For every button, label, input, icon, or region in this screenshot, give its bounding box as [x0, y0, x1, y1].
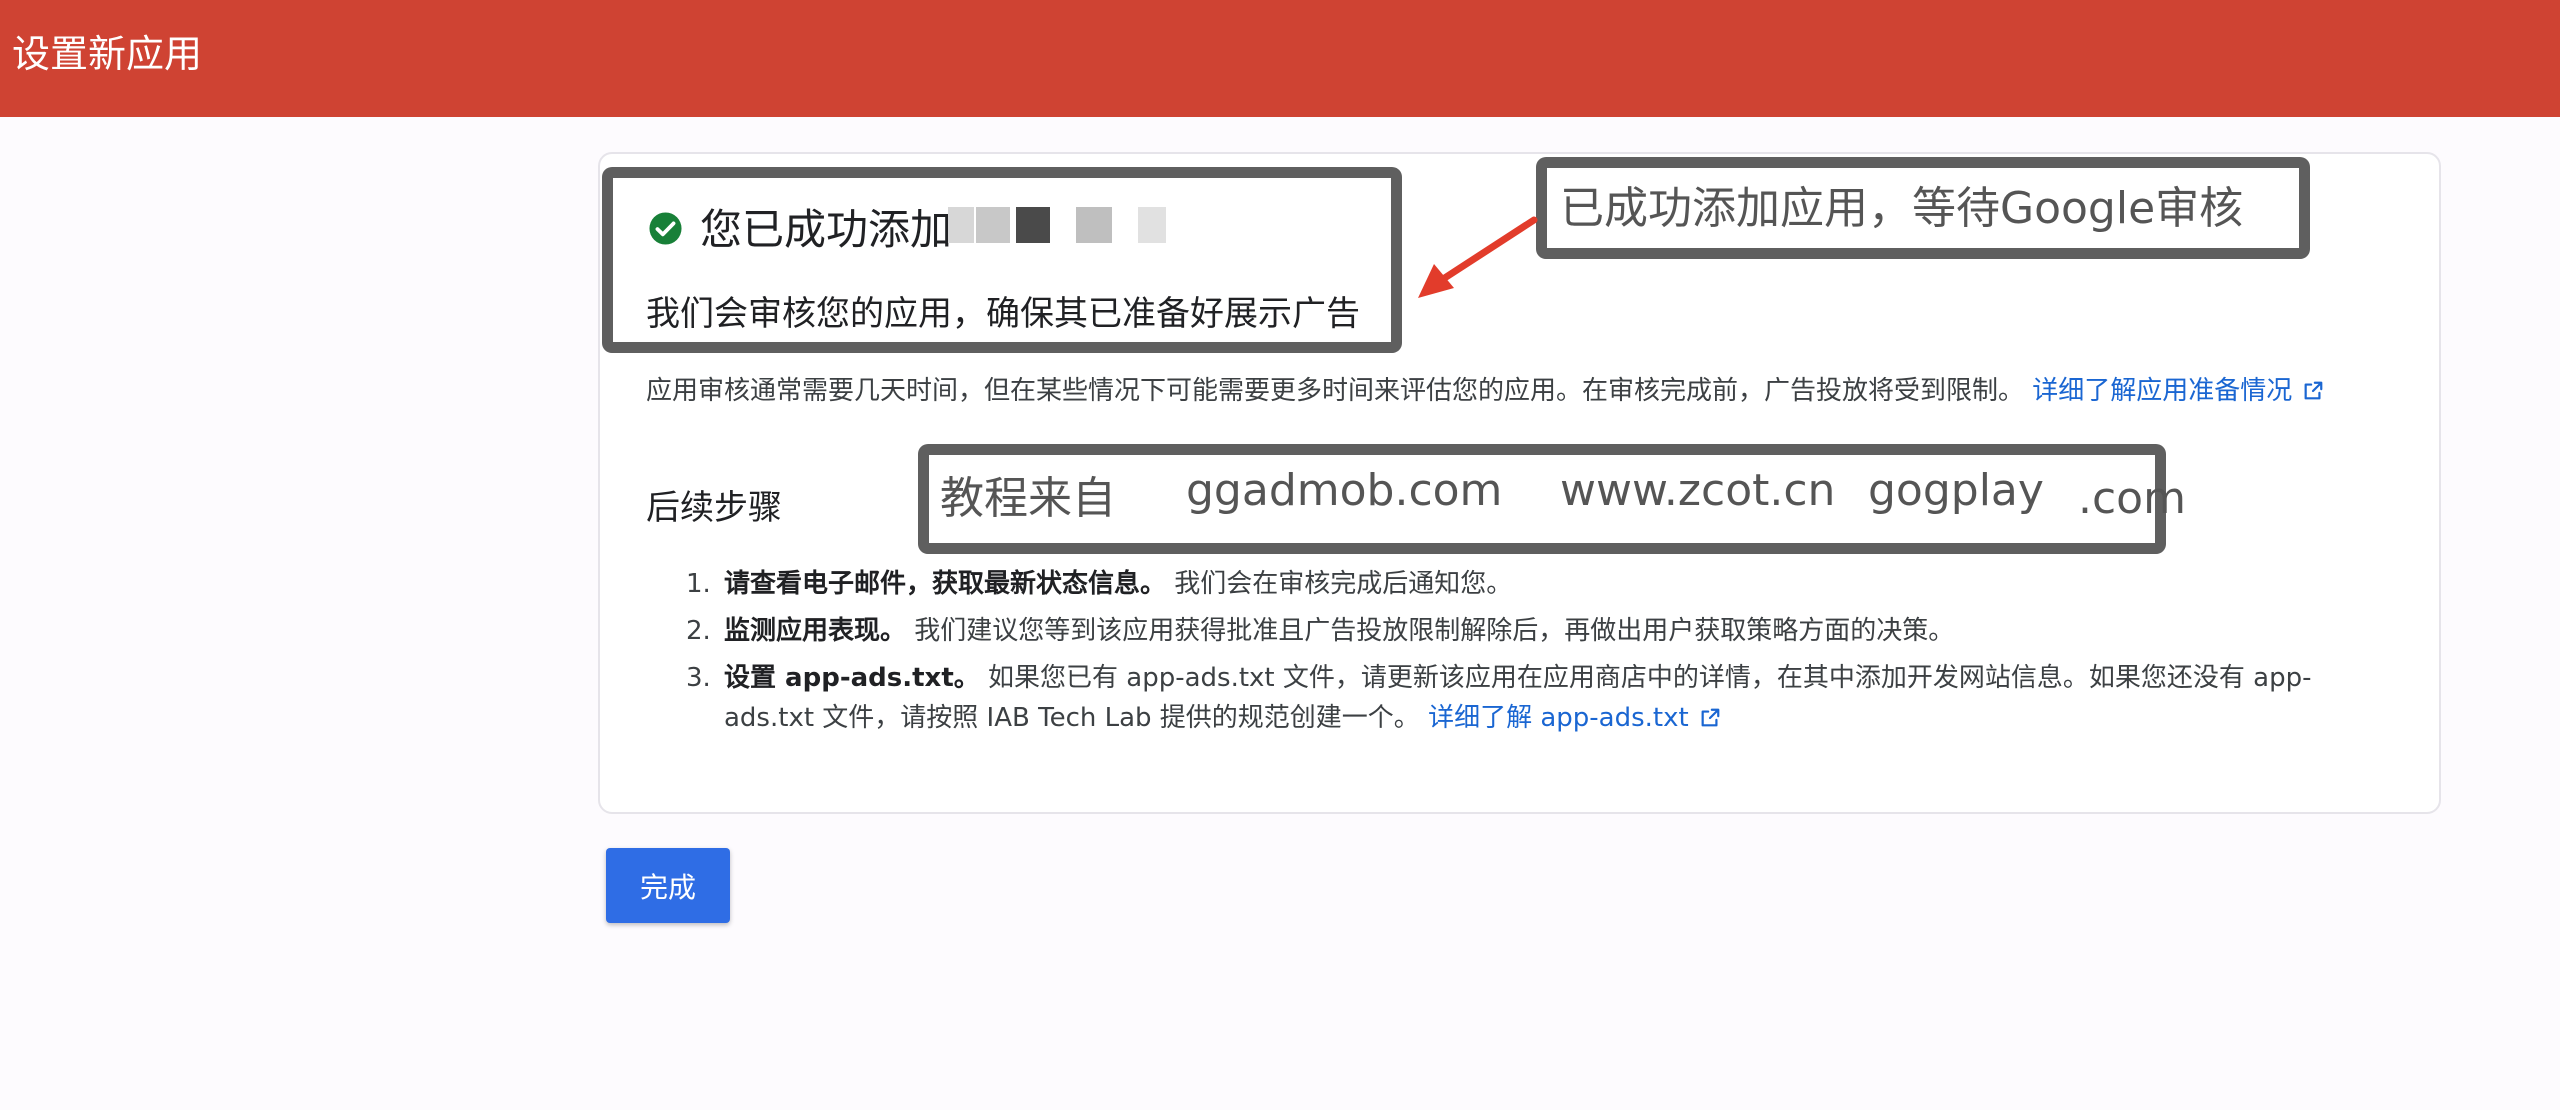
step-text: 我们会在审核完成后通知您。: [1174, 569, 1513, 599]
learn-more-app-ads-label: 详细了解 app-ads.txt: [1428, 703, 1689, 733]
step-number: 2.: [686, 616, 711, 646]
success-annotation-frame: [602, 167, 1402, 353]
next-step-item: 1. 请查看电子邮件，获取最新状态信息。 我们会在审核完成后通知您。: [686, 564, 2356, 604]
page-title: 设置新应用: [12, 32, 203, 76]
next-step-item: 2. 监测应用表现。 我们建议您等到该应用获得批准且广告投放限制解除后，再做出用…: [686, 611, 2356, 651]
external-link-icon: [2304, 381, 2323, 400]
learn-more-app-readiness-link[interactable]: 详细了解应用准备情况: [2032, 376, 2324, 406]
tutorial-site-gogplay: gogplay: [1868, 465, 2044, 516]
notice-annotation-text: 已成功添加应用，等待Google审核: [1560, 183, 2244, 234]
review-description-text: 应用审核通常需要几天时间，但在某些情况下可能需要更多时间来评估您的应用。在审核完…: [646, 376, 2025, 406]
learn-more-app-ads-link[interactable]: 详细了解 app-ads.txt: [1428, 703, 1721, 733]
step-heading: 请查看电子邮件，获取最新状态信息。: [724, 569, 1167, 599]
step-heading: 设置 app-ads.txt。: [724, 663, 980, 693]
learn-more-app-readiness-label: 详细了解应用准备情况: [2032, 376, 2293, 406]
next-step-item: 3. 设置 app-ads.txt。 如果您已有 app-ads.txt 文件，…: [686, 658, 2356, 738]
red-arrow-icon: [1418, 216, 1538, 298]
done-button[interactable]: 完成: [606, 848, 730, 923]
tutorial-site-domain-suffix: .com: [2078, 473, 2186, 524]
external-link-icon: [1701, 708, 1720, 727]
step-number: 3.: [686, 663, 711, 693]
step-number: 1.: [686, 569, 711, 599]
next-steps-title: 后续步骤: [646, 488, 782, 528]
app-header: 设置新应用: [0, 0, 2560, 117]
tutorial-site-ggadmob: ggadmob.com: [1186, 465, 1503, 516]
tutorial-site-zcot: www.zcot.cn: [1560, 465, 1836, 516]
review-description: 应用审核通常需要几天时间，但在某些情况下可能需要更多时间来评估您的应用。在审核完…: [646, 371, 2386, 411]
step-heading: 监测应用表现。: [724, 616, 907, 646]
step-text: 我们建议您等到该应用获得批准且广告投放限制解除后，再做出用户获取策略方面的决策。: [914, 616, 1955, 646]
tutorial-prefix: 教程来自: [940, 473, 1116, 524]
next-steps-list: 1. 请查看电子邮件，获取最新状态信息。 我们会在审核完成后通知您。 2. 监测…: [686, 564, 2356, 745]
